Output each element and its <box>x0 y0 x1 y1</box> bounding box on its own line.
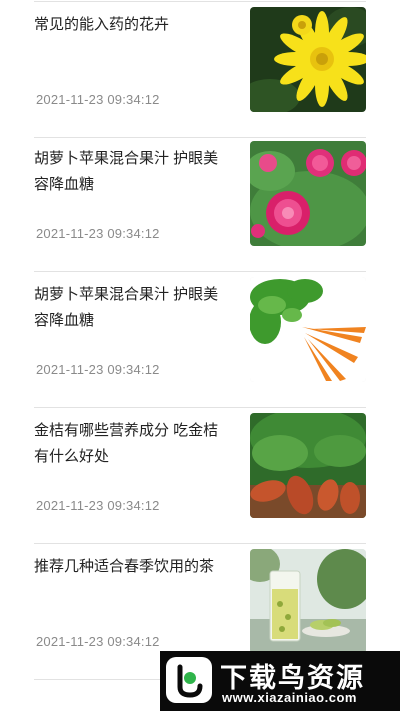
article-title: 推荐几种适合春季饮用的茶 <box>34 558 215 575</box>
list-item[interactable]: 胡萝卜苹果混合果汁 护眼美容降血糖 2021-11-23 09:34:12 <box>34 136 366 272</box>
article-list: 常见的能入药的花卉 2021-11-23 09:34:12 胡萝卜苹果混合果汁 … <box>34 0 366 680</box>
green-tea-glass-image <box>250 549 366 654</box>
watermark-url: www.xiazainiao.com <box>222 690 357 705</box>
pink-peony-image <box>250 141 366 246</box>
yellow-chrysanthemum-image <box>250 7 366 112</box>
article-date: 2021-11-23 09:34:12 <box>36 362 160 377</box>
list-item[interactable]: 胡萝卜苹果混合果汁 护眼美容降血糖 2021-11-23 09:34:12 <box>34 272 366 408</box>
carrots-image <box>250 277 366 382</box>
article-thumbnail <box>250 141 366 246</box>
article-thumbnail <box>250 413 366 518</box>
article-title: 常见的能入药的花卉 <box>34 16 170 33</box>
article-date: 2021-11-23 09:34:12 <box>36 226 160 241</box>
sweet-potatoes-image <box>250 413 366 518</box>
list-item[interactable]: 常见的能入药的花卉 2021-11-23 09:34:12 <box>34 2 366 138</box>
article-title: 金桔有哪些营养成分 吃金桔有什么好处 <box>34 422 219 465</box>
article-thumbnail <box>250 7 366 112</box>
article-date: 2021-11-23 09:34:12 <box>36 634 160 649</box>
article-date: 2021-11-23 09:34:12 <box>36 92 160 107</box>
article-title: 胡萝卜苹果混合果汁 护眼美容降血糖 <box>34 286 219 329</box>
article-thumbnail <box>250 549 366 654</box>
article-title: 胡萝卜苹果混合果汁 护眼美容降血糖 <box>34 150 219 193</box>
watermark-logo-icon <box>166 657 212 703</box>
article-thumbnail <box>250 277 366 382</box>
article-date: 2021-11-23 09:34:12 <box>36 498 160 513</box>
list-item[interactable]: 金桔有哪些营养成分 吃金桔有什么好处 2021-11-23 09:34:12 <box>34 408 366 544</box>
article-list-page: 常见的能入药的花卉 2021-11-23 09:34:12 胡萝卜苹果混合果汁 … <box>0 0 400 711</box>
